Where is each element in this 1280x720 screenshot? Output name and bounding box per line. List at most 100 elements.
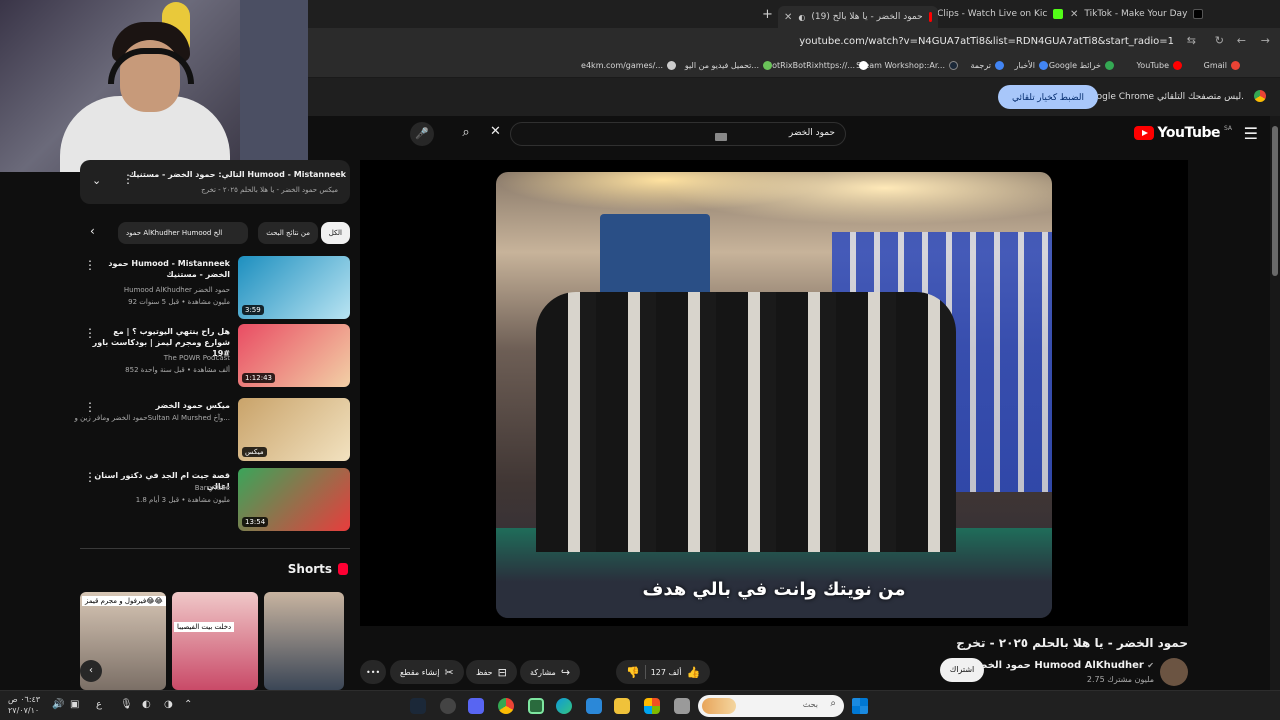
- secondary-column: ⌄ ⋮ التالي: حمود الخضر - مستنيك Humood -…: [75, 160, 352, 700]
- bookmark-steam[interactable]: Steam Workshop::Ar...: [856, 61, 958, 70]
- dislike-icon[interactable]: 👎: [626, 666, 640, 679]
- network-icon[interactable]: ▣: [70, 699, 79, 710]
- bookmark-maps[interactable]: Google خرائط: [1049, 61, 1114, 70]
- short-3[interactable]: [264, 592, 344, 690]
- chevron-left-icon[interactable]: ‹: [90, 224, 95, 238]
- search-icon[interactable]: ⌕: [448, 122, 484, 146]
- playlist-panel[interactable]: ⌄ ⋮ التالي: حمود الخضر - مستنيك Humood -…: [80, 160, 350, 204]
- bookmark-downloader[interactable]: تحميل فيديو من اليو...: [685, 61, 772, 70]
- mic-icon[interactable]: 🎙: [120, 699, 133, 710]
- subscriber-count: 2.75 مليون مشترك: [1086, 675, 1154, 684]
- tab-youtube-active[interactable]: ✕ ◐ (19) حمود الخضر - يا هلا بالح: [778, 6, 938, 28]
- new-tab-button[interactable]: +: [762, 4, 773, 24]
- bookmark-youtube[interactable]: YouTube: [1136, 61, 1182, 70]
- video-thumbnail[interactable]: 13:54: [238, 468, 350, 531]
- more-vert-icon[interactable]: ⋮: [84, 400, 96, 414]
- like-icon: 👍: [686, 665, 701, 679]
- taskbar-search[interactable]: بحث ⌕: [698, 695, 844, 717]
- language-indicator[interactable]: ع: [96, 699, 102, 710]
- recommendation-2[interactable]: 1:12:43 هل راح ينتهي اليوتيوب ؟ | مع شوا…: [80, 324, 350, 388]
- url-field[interactable]: youtube.com/watch?v=N4GUA7atTi8&list=RDN…: [799, 36, 1174, 47]
- bookmark-translate[interactable]: ترجمة: [971, 61, 1004, 70]
- reload-icon[interactable]: ↻: [1215, 34, 1224, 47]
- file-explorer-icon[interactable]: [614, 698, 630, 714]
- bookmark-e4km[interactable]: e4km.com/games/...: [581, 61, 676, 70]
- search-input[interactable]: حمود الخضر: [510, 122, 846, 146]
- subscribe-button[interactable]: اشتراك: [940, 658, 984, 682]
- store-icon[interactable]: [644, 698, 660, 714]
- channel-avatar[interactable]: [1160, 658, 1188, 686]
- mix-thumbnail[interactable]: ميكس: [238, 398, 350, 461]
- volume-icon[interactable]: 🔊: [52, 699, 64, 710]
- recommendation-1[interactable]: 3:59 حمود Humood - Mistanneek الخضر - مس…: [80, 256, 350, 320]
- tray-app-icon[interactable]: ◑: [164, 699, 173, 710]
- bookmark-gmail[interactable]: Gmail: [1204, 61, 1240, 70]
- mute-icon[interactable]: ◐: [798, 13, 805, 22]
- youtube-play-icon: [1133, 126, 1154, 140]
- share-button[interactable]: مشاركة ↪: [520, 660, 581, 684]
- chrome-icon[interactable]: [498, 698, 514, 714]
- channel-name[interactable]: حمود الخضر Humood AlKhudher ✔: [972, 660, 1154, 671]
- more-vert-icon[interactable]: ⋮: [84, 258, 96, 272]
- video-title: حمود الخضر - يا هلا بالحلم ٢٠٢٥ - تخرج: [956, 636, 1188, 650]
- like-button[interactable]: 👎 127 ألف 👍: [616, 660, 711, 684]
- tab-tiktok[interactable]: ✕ TikTok - Make Your Day: [1070, 4, 1240, 24]
- windows-taskbar: ٠٦:٤٣ ص ٢٧/٠٧/١٠ 🔊 ▣ ع 🎙 ◐ ◑ ⌃ بحث ⌕: [0, 690, 1280, 720]
- download-icon: [763, 61, 772, 70]
- back-arrow-icon[interactable]: →: [1261, 34, 1270, 47]
- scrollbar-thumb[interactable]: [1272, 126, 1278, 276]
- app-icon[interactable]: [674, 698, 690, 714]
- chip-from-search[interactable]: من نتائج البحث: [258, 222, 318, 244]
- close-icon[interactable]: ✕: [784, 12, 792, 23]
- infobar-text: Google Chrome ليس متصفحك التلقائي.: [1084, 92, 1244, 102]
- webcam-overlay: [0, 0, 308, 172]
- discord-icon[interactable]: [468, 698, 484, 714]
- steam-icon[interactable]: [410, 698, 426, 714]
- bookmark-botrix[interactable]: BotRixBotRixhttps://...: [767, 61, 868, 70]
- keyboard-icon[interactable]: [715, 133, 727, 141]
- windows-start-icon[interactable]: [852, 698, 868, 714]
- youtube-logo[interactable]: YouTube SA: [1133, 125, 1232, 141]
- kick-icon: [1053, 9, 1064, 19]
- clip-button[interactable]: إنشاء مقطع ✂: [390, 660, 464, 684]
- playlist-title: ميكس حمود الخضر - يا هلا بالحلم ٢٠٢٥ - ت…: [201, 186, 338, 194]
- chevron-up-icon[interactable]: ⌃: [184, 699, 192, 710]
- set-default-button[interactable]: الضبط كخيار تلقائي: [998, 85, 1098, 109]
- share-icon: ↪: [560, 665, 571, 679]
- short-2[interactable]: دخلت بيت الفيصيبا: [172, 592, 258, 690]
- tray-app-icon[interactable]: ◐: [142, 699, 151, 710]
- video-caption: من نويتك وانت في بالي هدف: [642, 579, 906, 600]
- clock[interactable]: ٠٦:٤٣ ص ٢٧/٠٧/١٠: [8, 694, 40, 716]
- mic-icon[interactable]: 🎤: [410, 122, 434, 146]
- bookmark-news[interactable]: الأخبار: [1015, 61, 1048, 70]
- edge-icon[interactable]: [556, 698, 572, 714]
- youtube-icon: [928, 12, 932, 22]
- more-actions-button[interactable]: •••: [360, 660, 387, 684]
- search-icon: ⌕: [830, 698, 836, 709]
- chevron-left-icon[interactable]: ‹: [80, 660, 102, 682]
- forward-arrow-icon[interactable]: ←: [1237, 34, 1246, 47]
- settings-icon[interactable]: [440, 698, 456, 714]
- video-player[interactable]: من نويتك وانت في بالي هدف: [360, 160, 1188, 626]
- chip-all[interactable]: الكل: [320, 222, 350, 244]
- page-scrollbar[interactable]: [1270, 116, 1280, 690]
- app-icon[interactable]: [586, 698, 602, 714]
- chrome-icon: [1254, 90, 1266, 102]
- youtube-header: 🎤 ⌕ ✕ حمود الخضر YouTube SA ☰: [308, 116, 1280, 152]
- video-thumbnail[interactable]: 1:12:43: [238, 324, 350, 387]
- menu-icon[interactable]: ☰: [1244, 124, 1258, 143]
- chevron-down-icon[interactable]: ⌄: [92, 174, 101, 187]
- video-thumbnail[interactable]: 3:59: [238, 256, 350, 319]
- video-frame[interactable]: من نويتك وانت في بالي هدف: [496, 172, 1052, 618]
- save-button[interactable]: حفظ ⊟: [466, 660, 517, 684]
- active-app-icon[interactable]: [528, 698, 544, 714]
- globe-icon: [667, 61, 676, 70]
- more-vert-icon[interactable]: ⋮: [84, 470, 96, 484]
- recommendation-3[interactable]: ميكس ميكس حمود الخضر حمود الخضر ومافر زي…: [75, 398, 350, 462]
- more-vert-icon[interactable]: ⋮: [84, 326, 96, 340]
- clear-search-icon[interactable]: ✕: [490, 124, 501, 139]
- chip-channel[interactable]: حمود AlKhudher Humood الخ: [118, 222, 248, 244]
- site-settings-icon[interactable]: ⇆: [1187, 34, 1196, 47]
- recommendation-4[interactable]: 13:54 قصة جيت ام الجد في دكتور اسنان عال…: [80, 468, 350, 532]
- botrix-icon: [859, 61, 868, 70]
